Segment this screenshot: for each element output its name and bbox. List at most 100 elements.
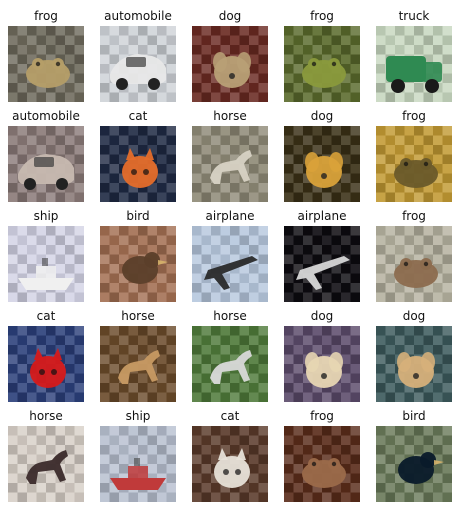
- grid-cell: horse: [184, 104, 276, 204]
- cell-label: dog: [310, 309, 334, 323]
- thumbnail: [284, 26, 360, 102]
- cat-icon: [8, 326, 84, 402]
- cell-label: automobile: [12, 109, 80, 123]
- grid-cell: dog: [276, 304, 368, 404]
- thumbnail: [192, 26, 268, 102]
- grid-cell: horse: [92, 304, 184, 404]
- thumbnail: [284, 126, 360, 202]
- thumbnail: [8, 426, 84, 502]
- dog-icon: [192, 26, 268, 102]
- grid-cell: frog: [368, 204, 460, 304]
- thumbnail: [100, 126, 176, 202]
- grid-cell: bird: [92, 204, 184, 304]
- frog-icon: [376, 226, 452, 302]
- cell-label: frog: [310, 9, 334, 23]
- grid-cell: automobile: [92, 4, 184, 104]
- horse-icon: [192, 326, 268, 402]
- thumbnail: [284, 226, 360, 302]
- thumbnail: [100, 26, 176, 102]
- thumbnail: [376, 226, 452, 302]
- cell-label: frog: [34, 9, 58, 23]
- cell-label: frog: [310, 409, 334, 423]
- grid-cell: frog: [368, 104, 460, 204]
- frog-icon: [8, 26, 84, 102]
- grid-cell: truck: [368, 4, 460, 104]
- thumbnail: [8, 226, 84, 302]
- thumbnail: [100, 326, 176, 402]
- cell-label: truck: [398, 9, 430, 23]
- grid-cell: frog: [276, 4, 368, 104]
- cell-label: ship: [125, 409, 151, 423]
- cell-label: dog: [402, 309, 426, 323]
- thumbnail: [284, 326, 360, 402]
- cell-label: frog: [402, 209, 426, 223]
- horse-icon: [192, 126, 268, 202]
- frog-icon: [284, 426, 360, 502]
- thumbnail: [8, 126, 84, 202]
- ship-icon: [8, 226, 84, 302]
- cell-label: dog: [218, 9, 242, 23]
- grid-cell: ship: [92, 404, 184, 504]
- thumbnail: [376, 26, 452, 102]
- cat-icon: [100, 126, 176, 202]
- thumbnail: [284, 426, 360, 502]
- cell-label: horse: [213, 109, 247, 123]
- thumbnail: [376, 426, 452, 502]
- cell-label: cat: [220, 409, 240, 423]
- truck-icon: [376, 26, 452, 102]
- cell-label: horse: [213, 309, 247, 323]
- thumbnail: [8, 326, 84, 402]
- grid-cell: frog: [0, 4, 92, 104]
- grid-cell: bird: [368, 404, 460, 504]
- car-icon: [100, 26, 176, 102]
- cell-label: airplane: [297, 209, 347, 223]
- car-icon: [8, 126, 84, 202]
- ship-icon: [100, 426, 176, 502]
- dog-icon: [284, 126, 360, 202]
- grid-cell: dog: [184, 4, 276, 104]
- cat-icon: [192, 426, 268, 502]
- cell-label: automobile: [104, 9, 172, 23]
- thumbnail: [100, 426, 176, 502]
- grid-cell: horse: [184, 304, 276, 404]
- dog-icon: [376, 326, 452, 402]
- thumbnail: [8, 26, 84, 102]
- grid-cell: cat: [0, 304, 92, 404]
- thumbnail: [376, 326, 452, 402]
- grid-cell: airplane: [276, 204, 368, 304]
- cell-label: cat: [36, 309, 56, 323]
- cell-label: horse: [121, 309, 155, 323]
- grid-cell: dog: [368, 304, 460, 404]
- thumbnail: [192, 426, 268, 502]
- frog-icon: [376, 126, 452, 202]
- grid-cell: cat: [184, 404, 276, 504]
- frog-icon: [284, 26, 360, 102]
- grid-cell: frog: [276, 404, 368, 504]
- thumbnail: [192, 326, 268, 402]
- dog-icon: [284, 326, 360, 402]
- grid-cell: horse: [0, 404, 92, 504]
- cell-label: airplane: [205, 209, 255, 223]
- thumbnail: [192, 226, 268, 302]
- grid-cell: ship: [0, 204, 92, 304]
- cell-label: frog: [402, 109, 426, 123]
- airplane-icon: [192, 226, 268, 302]
- thumbnail: [192, 126, 268, 202]
- cell-label: horse: [29, 409, 63, 423]
- cell-label: ship: [33, 209, 59, 223]
- cell-label: bird: [126, 209, 150, 223]
- cell-label: cat: [128, 109, 148, 123]
- cell-label: bird: [402, 409, 426, 423]
- bird-icon: [376, 426, 452, 502]
- airplane-icon: [284, 226, 360, 302]
- bird-icon: [100, 226, 176, 302]
- grid-cell: airplane: [184, 204, 276, 304]
- thumbnail: [376, 126, 452, 202]
- horse-icon: [8, 426, 84, 502]
- horse-icon: [100, 326, 176, 402]
- grid-cell: automobile: [0, 104, 92, 204]
- cell-label: dog: [310, 109, 334, 123]
- image-grid: frog automobile dog frog truck automobile cat h…: [0, 0, 460, 512]
- grid-cell: cat: [92, 104, 184, 204]
- thumbnail: [100, 226, 176, 302]
